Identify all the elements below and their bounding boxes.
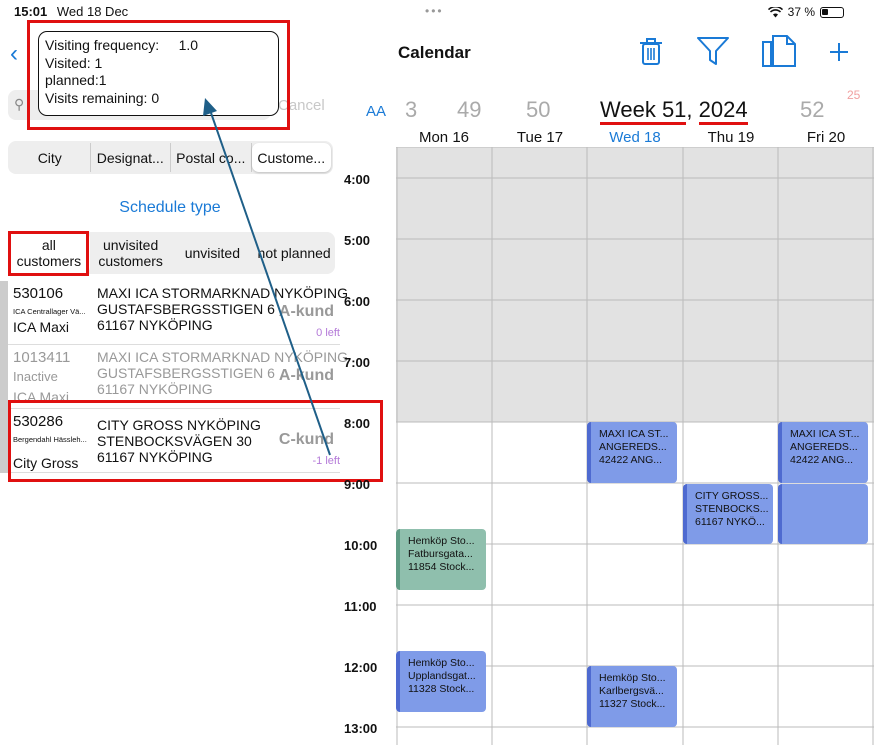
filter-tab-city[interactable]: City [10, 143, 91, 172]
day-header[interactable]: Mon 16 [396, 129, 492, 146]
filter-tab-postal-code[interactable]: Postal co... [171, 143, 252, 172]
hour-label: 11:00 [344, 599, 377, 614]
highlight-box-customer-row [8, 400, 383, 482]
hour-label: 8:00 [344, 416, 371, 431]
battery-icon [820, 6, 844, 18]
calendar-title: Calendar [398, 43, 471, 62]
hour-label: 9:00 [344, 477, 371, 492]
hour-label: 10:00 [344, 538, 378, 553]
event-postal: 61167 NYKÖ... [695, 516, 765, 528]
visits-remaining: Visits remaining: 0 [45, 89, 160, 106]
calendar-event[interactable]: MAXI ICA ST... ANGEREDS... 42422 ANG... [778, 422, 868, 483]
battery-percent: 37 % [787, 5, 815, 19]
customer-number: 530106 [13, 285, 64, 302]
week-badge: 25 [847, 88, 861, 102]
row-marker [0, 281, 8, 345]
calendar-event[interactable]: Hemköp Sto... Upplandsgat... 11328 Stock… [396, 651, 486, 712]
filter-tab-customer[interactable]: Custome... [251, 143, 331, 172]
hour-label: 12:00 [344, 660, 378, 675]
customer-class: A-kund [278, 303, 334, 320]
customer-row[interactable]: 530106 ICA Centrallager Vä... ICA Maxi M… [0, 281, 348, 345]
schedule-type-label: Schedule type [119, 199, 221, 216]
day-header[interactable]: Tue 17 [492, 129, 588, 146]
schedule-tab-unvisited[interactable]: unvisited [172, 232, 254, 274]
wifi-icon [767, 6, 783, 17]
visits-left: 0 left [316, 327, 340, 339]
event-postal: 42422 ANG... [599, 454, 663, 466]
status-indicators: 37 % [767, 5, 844, 19]
visit-info-popup: Visiting frequency: 1.0 Visited: 1 plann… [38, 31, 279, 116]
calendar-event[interactable]: Hemköp Sto... Fatbursgata... 11854 Stock… [396, 529, 486, 590]
filter-tab-designation[interactable]: Designat... [91, 143, 171, 172]
event-street: Karlbergsvä... [599, 685, 664, 697]
event-street: STENBOCKS... [695, 503, 769, 515]
calendar-event-placeholder[interactable] [778, 484, 868, 544]
text-size-label: AA [366, 103, 387, 120]
frequency-value: 1.0 [178, 37, 199, 53]
calendar-event[interactable]: Hemköp Sto... Karlbergsvä... 11327 Stock… [587, 666, 677, 727]
multitask-dots-icon[interactable]: ••• [425, 4, 444, 18]
planned-count: planned:1 [45, 72, 107, 88]
schedule-tab-not-planned[interactable]: not planned [253, 232, 335, 274]
customer-name: MAXI ICA STORMARKNAD NYKÖPING [97, 349, 349, 365]
event-postal: 42422 ANG... [790, 454, 854, 466]
week-label: Week 51 [600, 97, 687, 125]
hour-label: 7:00 [344, 355, 371, 370]
hour-label: 6:00 [344, 294, 371, 309]
customer-company: ICA Centrallager Vä... [13, 307, 86, 316]
status-date: Wed 18 Dec [56, 4, 129, 19]
add-icon[interactable] [829, 42, 849, 62]
customer-number: 1013411 [13, 349, 71, 366]
calendar-event[interactable]: MAXI ICA ST... ANGEREDS... 42422 ANG... [587, 422, 677, 483]
week-number[interactable]: 49 [457, 97, 481, 123]
copy-icon[interactable] [761, 34, 797, 68]
back-chevron-icon[interactable]: ‹ [10, 40, 18, 68]
customer-status: Inactive [13, 369, 58, 384]
event-postal: 11854 Stock... [408, 561, 475, 573]
event-title: CITY GROSS... [695, 490, 769, 502]
status-bar: 15:01 Wed 18 Dec [14, 4, 128, 19]
customer-chain: ICA Maxi [13, 319, 70, 335]
frequency-label: Visiting frequency: [45, 37, 160, 53]
event-postal: 11327 Stock... [599, 698, 666, 710]
hour-label: 13:00 [344, 721, 378, 736]
text-size-button[interactable]: AA [366, 103, 386, 120]
event-title: Hemköp Sto... [599, 672, 666, 684]
event-street: ANGEREDS... [599, 441, 667, 453]
row-marker [0, 409, 8, 473]
week-number[interactable]: 52 [800, 97, 824, 123]
week-number[interactable]: 3 [405, 97, 417, 123]
event-street: Upplandsgat... [408, 670, 476, 682]
day-header[interactable]: Thu 19 [683, 129, 779, 146]
event-postal: 11328 Stock... [408, 683, 475, 695]
event-title: Hemköp Sto... [408, 657, 475, 669]
event-title: MAXI ICA ST... [790, 428, 860, 440]
week-separator: , [686, 97, 699, 122]
week-number[interactable]: 50 [526, 97, 550, 123]
day-header-today[interactable]: Wed 18 [587, 129, 683, 146]
event-street: Fatbursgata... [408, 548, 473, 560]
customer-class: A-kund [278, 367, 334, 384]
row-marker [0, 345, 8, 409]
year-label: 2024 [698, 97, 748, 125]
event-title: Hemköp Sto... [408, 535, 475, 547]
hour-label: 5:00 [344, 233, 371, 248]
event-street: ANGEREDS... [790, 441, 858, 453]
visited-count: Visited: 1 [45, 54, 103, 71]
highlight-box-all-customers [8, 231, 89, 276]
hour-label: 4:00 [344, 172, 371, 187]
trash-icon[interactable] [640, 38, 662, 66]
day-header[interactable]: Fri 20 [778, 129, 874, 146]
current-week-title[interactable]: Week 51, 2024 [600, 97, 748, 125]
calendar-event[interactable]: CITY GROSS... STENBOCKS... 61167 NYKÖ... [683, 484, 773, 544]
search-icon: ⚲ [14, 96, 25, 112]
event-title: MAXI ICA ST... [599, 428, 669, 440]
filter-segmented-control: City Designat... Postal co... Custome... [8, 141, 333, 174]
filter-icon[interactable] [697, 36, 729, 66]
customer-name: MAXI ICA STORMARKNAD NYKÖPING [97, 285, 349, 301]
status-time: 15:01 [14, 4, 48, 19]
schedule-tab-unvisited-customers[interactable]: unvisited customers [90, 232, 172, 274]
